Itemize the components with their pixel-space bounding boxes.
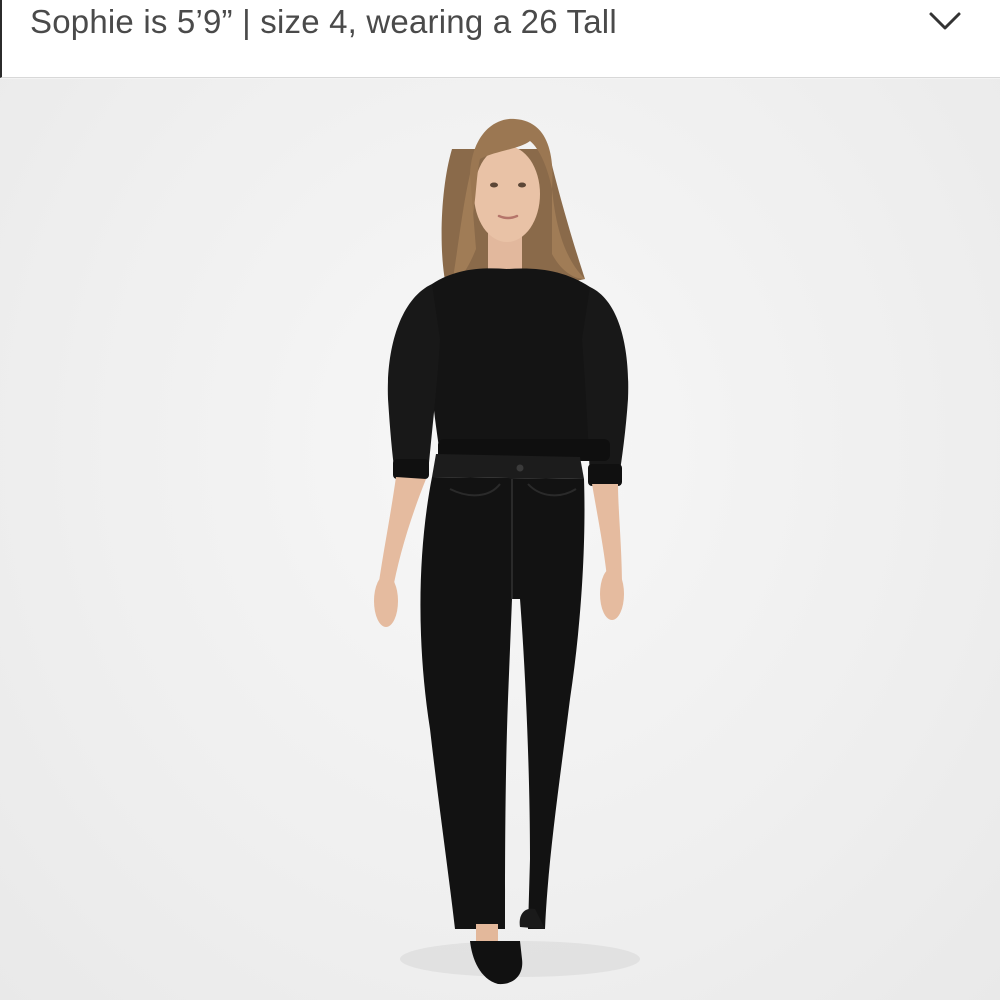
product-detail-screen: Sophie is 5’9” | size 4, wearing a 26 Ta… [0, 0, 1000, 1000]
chevron-down-icon[interactable] [928, 10, 962, 32]
model-size-info-dropdown[interactable]: Sophie is 5’9” | size 4, wearing a 26 Ta… [0, 0, 1000, 78]
model-size-info-text: Sophie is 5’9” | size 4, wearing a 26 Ta… [30, 3, 617, 40]
product-photo [0, 79, 1000, 1000]
model-figure-illustration [374, 118, 640, 985]
